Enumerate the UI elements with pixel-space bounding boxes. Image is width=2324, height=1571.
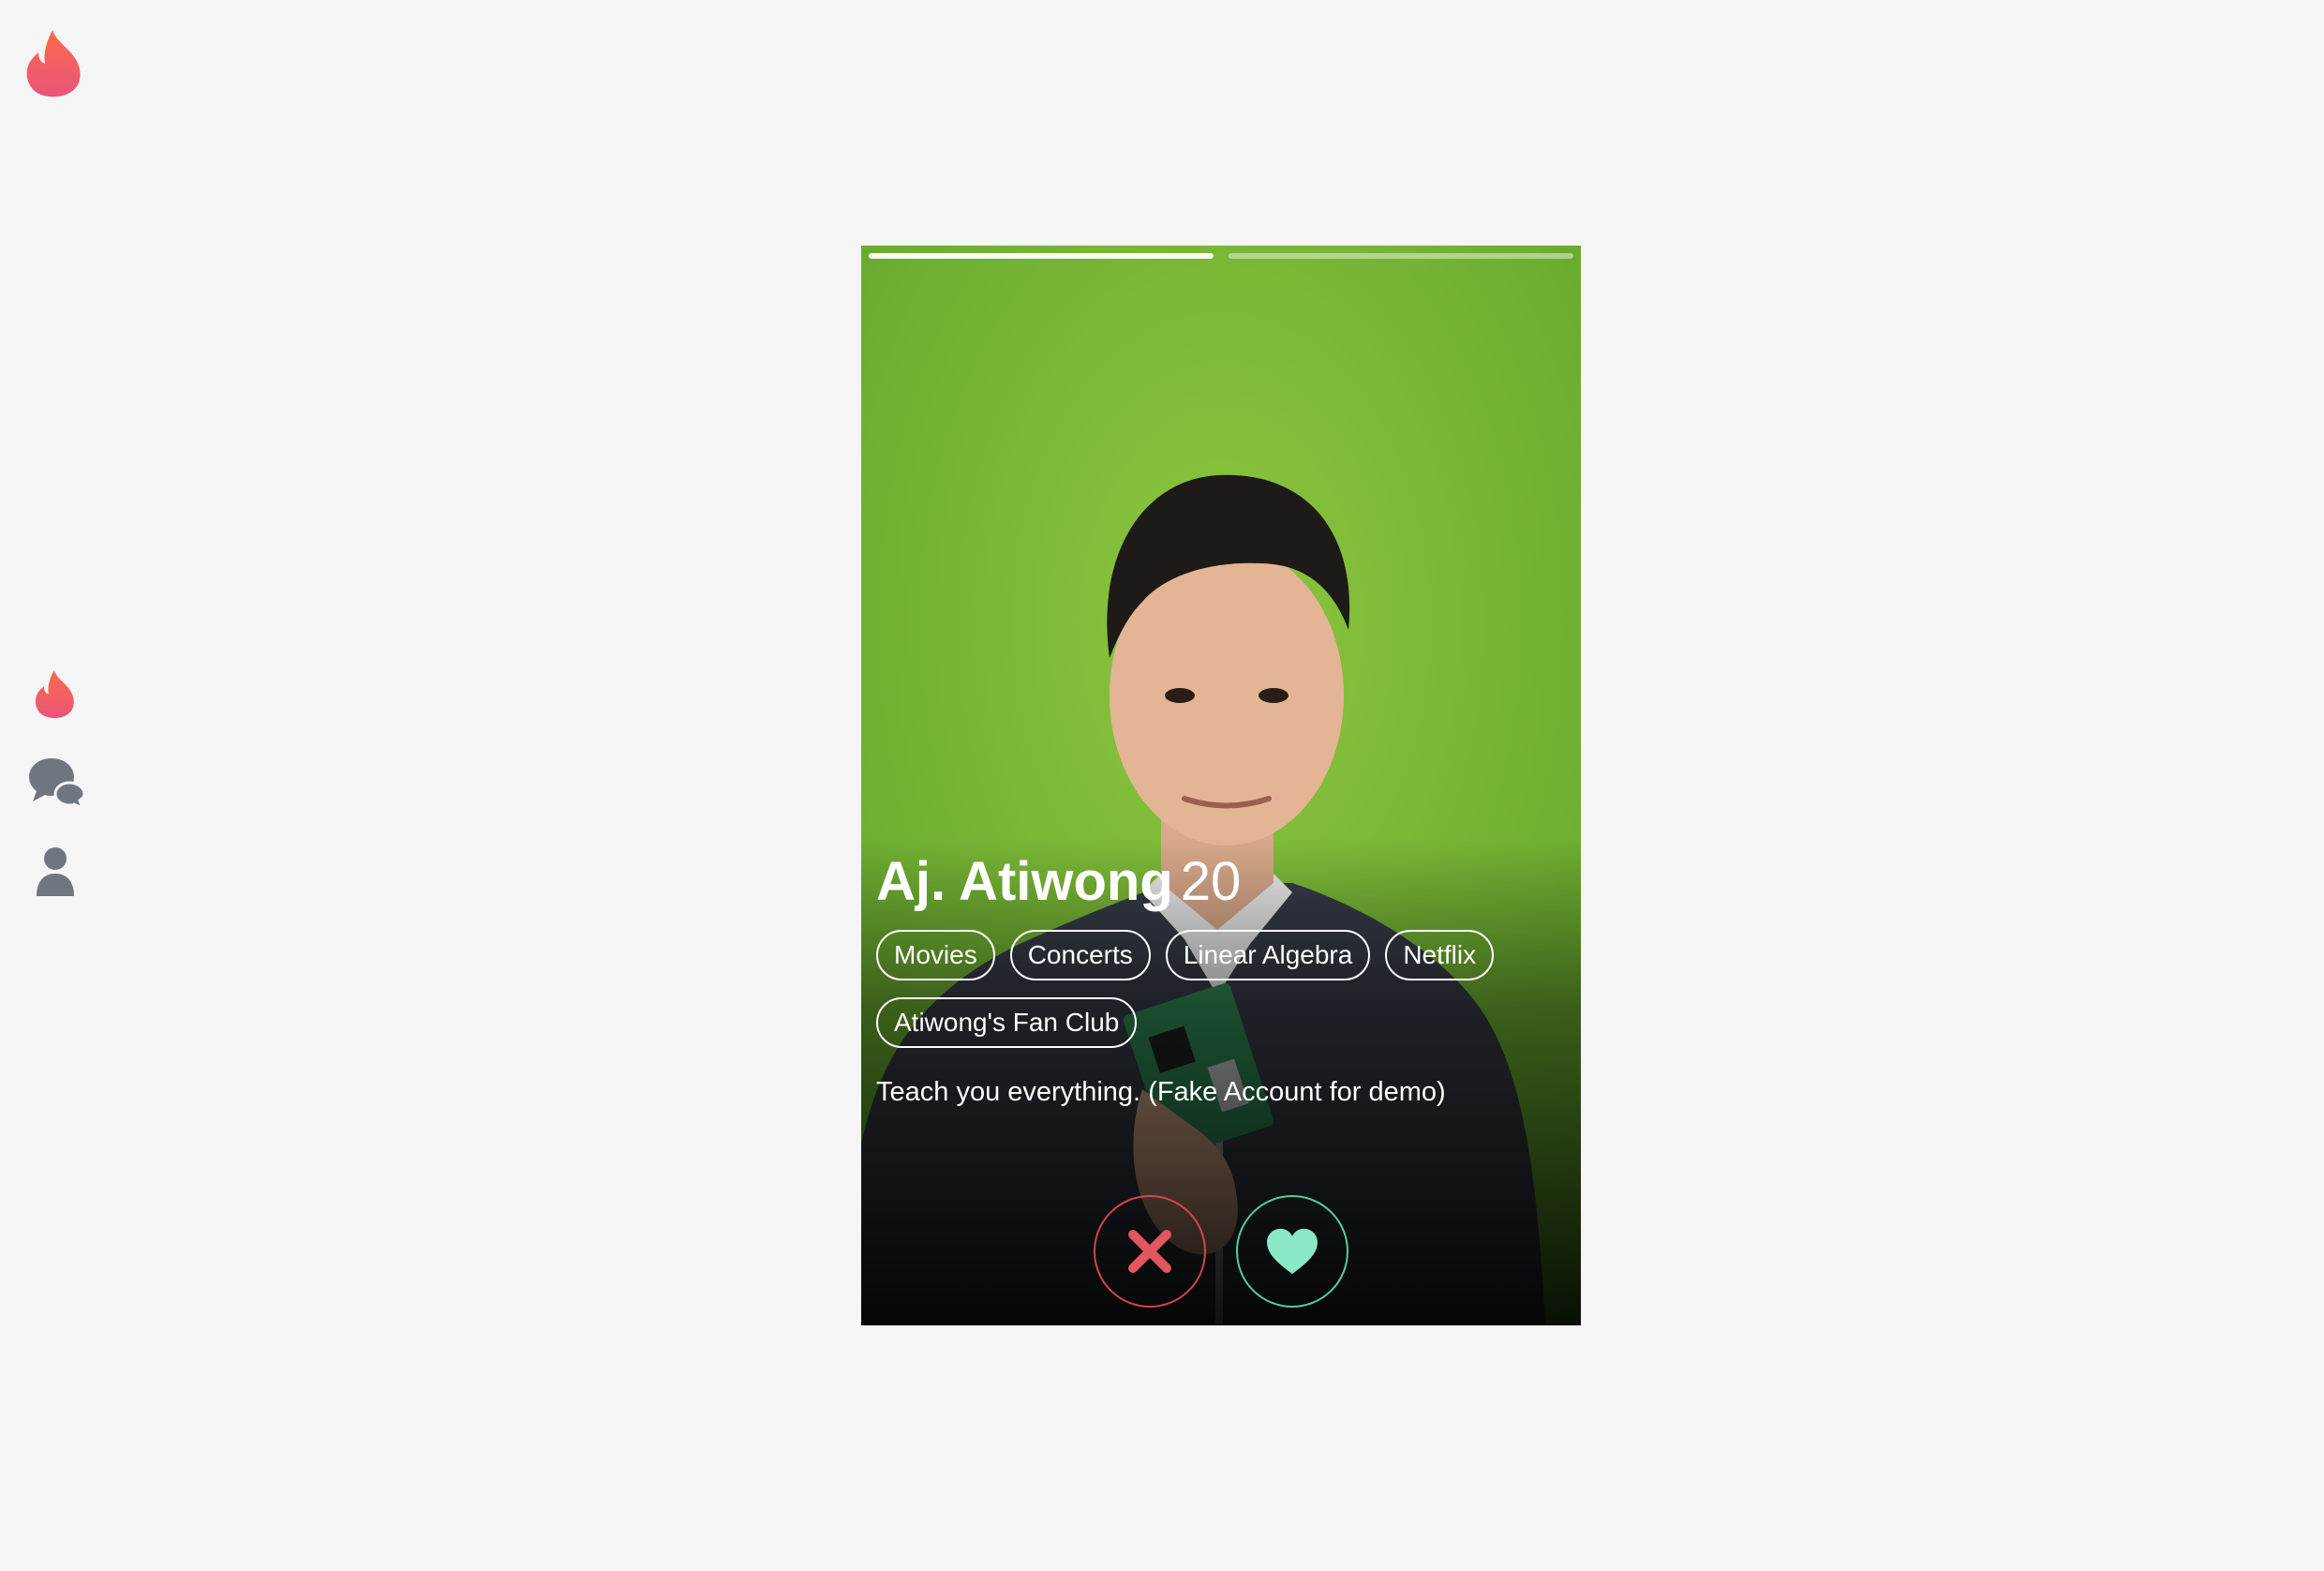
like-button[interactable] — [1236, 1195, 1348, 1308]
sidebar-item-messages[interactable] — [22, 750, 88, 815]
heart-icon — [1267, 1228, 1318, 1275]
x-icon — [1128, 1230, 1171, 1273]
brand-logo[interactable] — [24, 28, 84, 97]
flame-icon — [26, 30, 81, 97]
interest-tag: Netflix — [1385, 930, 1495, 980]
flame-icon — [35, 669, 74, 719]
user-icon — [37, 847, 74, 896]
photo-progress-segment-2[interactable] — [1229, 253, 1573, 259]
interest-tags: Movies Concerts Linear Algebra Netflix A… — [876, 930, 1532, 1048]
profile-name-line: Aj. Atiwong 20 — [876, 855, 1566, 909]
sidebar-nav — [22, 661, 88, 928]
sidebar-item-profile[interactable] — [22, 839, 88, 905]
nope-button[interactable] — [1094, 1195, 1206, 1308]
profile-card[interactable]: Aj. Atiwong 20 Movies Concerts Linear Alg… — [861, 246, 1581, 1325]
profile-bio: Teach you everything. (Fake Account for … — [876, 1077, 1446, 1107]
profile-name: Aj. Atiwong — [876, 851, 1173, 912]
sidebar-item-discover[interactable] — [22, 661, 88, 726]
photo-progress — [869, 253, 1573, 259]
interest-tag: Linear Algebra — [1165, 930, 1371, 980]
profile-age: 20 — [1180, 851, 1242, 912]
interest-tag: Concerts — [1009, 930, 1151, 980]
chat-bubbles-icon — [29, 758, 85, 811]
interest-tag: Atiwong's Fan Club — [876, 997, 1138, 1048]
photo-progress-segment-1[interactable] — [869, 253, 1214, 259]
swipe-actions — [861, 1195, 1581, 1308]
profile-info: Aj. Atiwong 20 Movies Concerts Linear Alg… — [876, 855, 1566, 1108]
interest-tag: Movies — [876, 930, 995, 980]
